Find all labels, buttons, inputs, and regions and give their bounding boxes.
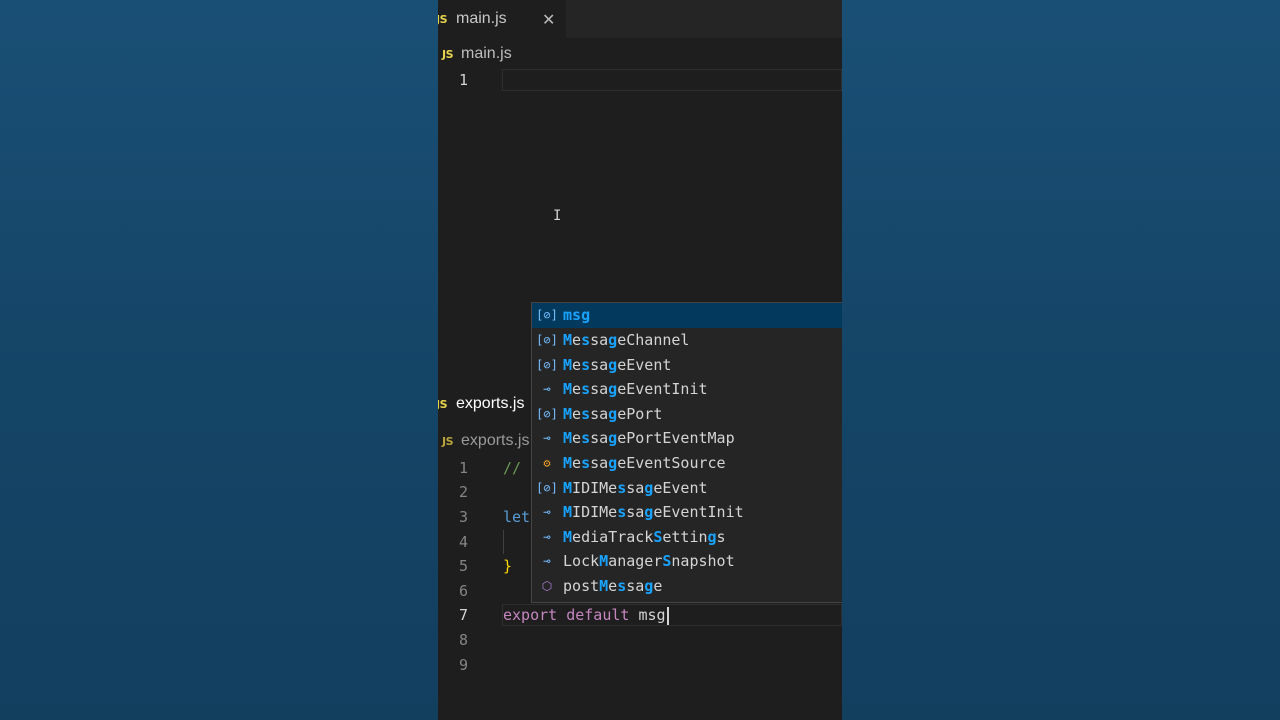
js-file-icon: JS xyxy=(442,434,454,448)
tab-label: exports.js xyxy=(456,395,525,412)
breadcrumb-top[interactable]: JS main.js xyxy=(438,41,842,67)
text-cursor-icon: I xyxy=(553,208,562,224)
js-file-icon: JS xyxy=(438,397,448,411)
suggestion-label: MIDIMessageEventInit xyxy=(563,503,744,522)
suggestion-label: MediaTrackSettings xyxy=(563,527,726,546)
breadcrumb-label[interactable]: exports.js xyxy=(461,432,529,450)
suggestion-item[interactable]: ⊸ MessagePortEventMap xyxy=(532,426,842,451)
suggestion-label: MessageChannel xyxy=(563,330,690,349)
background-left xyxy=(0,0,438,720)
suggestion-item[interactable]: [⊘] MessagePort xyxy=(532,401,842,426)
code-comment: // xyxy=(503,459,522,477)
interface-icon: ⊸ xyxy=(543,431,551,446)
interface-icon: ⊸ xyxy=(543,382,551,397)
tab-label: main.js xyxy=(456,10,507,27)
variable-icon: [⊘] xyxy=(536,308,558,323)
suggestion-label: postMessage xyxy=(563,576,663,595)
code-keyword: export default xyxy=(503,606,630,624)
js-file-icon: JS xyxy=(442,47,454,61)
code-identifier: msg xyxy=(638,606,666,624)
code-editor[interactable]: JS main.js ✕ JS main.js 1 I JS exports.j… xyxy=(438,0,842,720)
variable-icon: [⊘] xyxy=(536,406,558,421)
interface-icon: ⊸ xyxy=(543,529,551,544)
method-icon: ⬡ xyxy=(541,578,553,593)
line-number: 1 xyxy=(458,459,468,477)
breadcrumb-label[interactable]: main.js xyxy=(461,45,512,63)
interface-icon: ⊸ xyxy=(543,505,551,520)
suggestion-label: MessageEventSource xyxy=(563,453,726,472)
suggestion-item[interactable]: ⊸ LockManagerSnapshot xyxy=(532,549,842,574)
code-line-active[interactable]: 7 export default msg xyxy=(438,603,842,627)
tab-bar-top: JS main.js ✕ xyxy=(438,0,842,38)
line-number: 2 xyxy=(458,483,468,501)
suggestion-item[interactable]: ⊸ MessageEventInit xyxy=(532,377,842,402)
suggestion-item[interactable]: [⊘] msg xyxy=(532,303,842,328)
tab-main-js[interactable]: JS main.js ✕ xyxy=(438,0,566,38)
current-line-highlight xyxy=(502,69,842,91)
code-keyword: let xyxy=(503,508,531,526)
line-number: 4 xyxy=(458,533,468,551)
text-caret xyxy=(666,606,669,625)
suggestion-label: LockManagerSnapshot xyxy=(563,552,735,571)
line-number: 6 xyxy=(458,582,468,600)
code-text: export default msg xyxy=(503,603,669,627)
line-number: 7 xyxy=(458,606,468,624)
suggestion-label: MessageEventInit xyxy=(563,380,708,399)
suggestion-item[interactable]: ⊸ MediaTrackSettings xyxy=(532,524,842,549)
interface-icon: ⊸ xyxy=(543,554,551,569)
class-icon: ⚙ xyxy=(543,455,551,470)
suggestion-label: MessagePortEventMap xyxy=(563,429,735,448)
suggestion-label: MIDIMessageEvent xyxy=(563,478,708,497)
autocomplete-suggestion-list[interactable]: [⊘] msg [⊘] MessageChannel [⊘] MessageEvent ⊸ M… xyxy=(531,302,842,603)
code-brace: } xyxy=(503,557,513,575)
suggestion-item[interactable]: [⊘] MessageEvent xyxy=(532,352,842,377)
line-number: 8 xyxy=(458,631,468,649)
code-line[interactable]: 8 xyxy=(438,628,842,652)
variable-icon: [⊘] xyxy=(536,332,558,347)
suggestion-item[interactable]: ⚙ MessageEventSource xyxy=(532,451,842,476)
suggestion-label: msg xyxy=(563,306,591,325)
variable-icon: [⊘] xyxy=(536,357,558,372)
suggestion-item[interactable]: ⬡ postMessage xyxy=(532,574,842,599)
suggestion-label: MessageEvent xyxy=(563,355,672,374)
tab-exports-js[interactable]: JS exports.js xyxy=(438,384,534,424)
close-icon[interactable]: ✕ xyxy=(542,10,555,29)
background-right xyxy=(842,0,1280,720)
suggestion-item[interactable]: ⊸ MIDIMessageEventInit xyxy=(532,500,842,525)
code-line[interactable]: 9 xyxy=(438,653,842,677)
code-line[interactable]: 1 xyxy=(438,68,842,92)
suggestion-label: MessagePort xyxy=(563,404,663,423)
line-number: 5 xyxy=(458,557,468,575)
suggestion-item[interactable]: [⊘] MessageChannel xyxy=(532,328,842,353)
line-number: 1 xyxy=(458,71,468,89)
line-number: 3 xyxy=(458,508,468,526)
variable-icon: [⊘] xyxy=(536,480,558,495)
indent-guide xyxy=(503,530,504,554)
line-number: 9 xyxy=(458,656,468,674)
suggestion-item[interactable]: [⊘] MIDIMessageEvent xyxy=(532,475,842,500)
js-file-icon: JS xyxy=(438,12,448,26)
